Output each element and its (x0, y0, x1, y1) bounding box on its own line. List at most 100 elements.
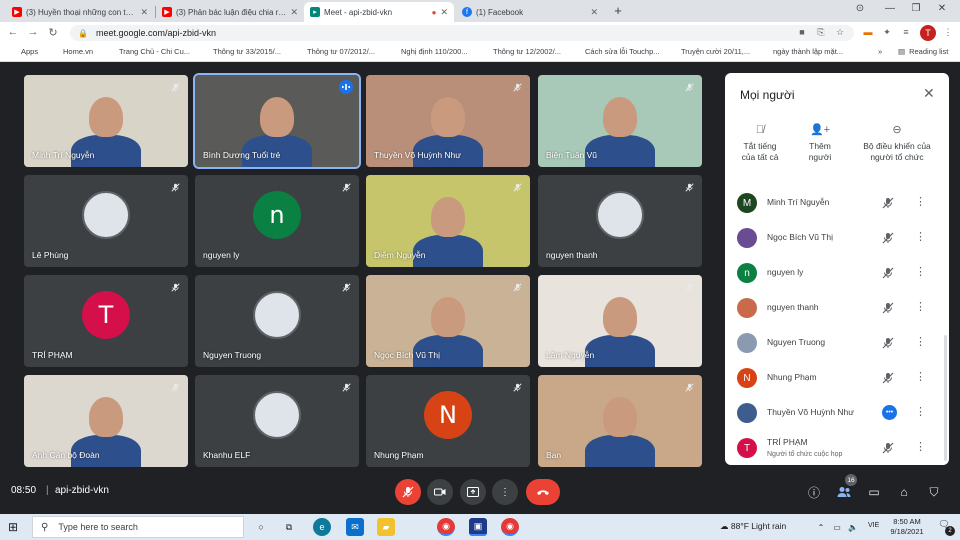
extension-icon[interactable]: ▬ (862, 27, 874, 37)
more-vert-icon[interactable]: ⋮ (915, 335, 926, 348)
chrome-profile-taskbar-icon[interactable]: ◉ (501, 518, 519, 536)
back-icon[interactable]: ← (6, 26, 20, 38)
panel-scrollbar[interactable] (944, 335, 947, 461)
chrome-taskbar-icon[interactable]: ◉ (437, 518, 455, 536)
close-window-icon[interactable]: ✕ (934, 3, 950, 14)
participant-tile[interactable]: Diễm Nguyễn (366, 175, 530, 267)
more-vert-icon[interactable]: ⋮ (915, 230, 926, 243)
participant-tile[interactable]: Ngọc Bích Vũ Thị (366, 275, 530, 367)
mic-off-icon[interactable] (882, 301, 896, 315)
camera-in-use-icon[interactable]: ■ (796, 27, 808, 37)
close-tab-icon[interactable]: ✕ (140, 7, 148, 18)
present-button[interactable] (460, 479, 486, 505)
participant-tile[interactable]: Thuyền Võ Huỳnh Như (366, 75, 530, 167)
leave-call-button[interactable] (526, 479, 560, 505)
bookmark-item[interactable]: Home.vn (50, 47, 93, 56)
mute-all-button[interactable]: 🎙̸ Tắt tiếng của tất cả (735, 125, 785, 163)
more-vert-icon[interactable]: ⋮ (915, 195, 926, 208)
mic-toggle-button[interactable] (395, 479, 421, 505)
participant-row[interactable]: N Nhung Phạm ⋮ (725, 363, 939, 393)
weather-widget[interactable]: ☁ 88°F Light rain (720, 521, 786, 532)
participant-tile[interactable]: Minh Trí Nguyễn (24, 75, 188, 167)
more-vert-icon[interactable]: ⋮ (915, 440, 926, 453)
forward-icon[interactable]: → (26, 26, 40, 38)
participant-tile[interactable]: N Nhung Phạm (366, 375, 530, 467)
file-explorer-icon[interactable]: ▰ (377, 518, 395, 536)
participant-row[interactable]: T TRÍ PHẠM Người tổ chức cuộc họp ⋮ (725, 433, 939, 463)
mic-off-icon[interactable] (882, 196, 896, 210)
bookmark-item[interactable]: Thông tư 07/2012/... (294, 47, 375, 56)
chrome-menu-icon[interactable]: ⋮ (942, 27, 954, 38)
bookmark-item[interactable]: Truyện cười 20/11,... (668, 47, 750, 56)
edge-icon[interactable]: e (313, 518, 331, 536)
media-icon[interactable]: ≡ (900, 27, 912, 37)
more-bookmarks-icon[interactable]: » (878, 47, 882, 56)
participant-tile[interactable]: Biện Tuấn Vũ (538, 75, 702, 167)
host-controls-shield-icon[interactable]: ⛉ (924, 482, 944, 502)
tab-meet[interactable]: ▸ Meet - api-zbid-vkn ● ✕ (304, 2, 454, 22)
participant-tile[interactable]: Ban (538, 375, 702, 467)
participant-tile[interactable]: Anh Cán bộ Đoàn (24, 375, 188, 467)
participant-tile[interactable]: Khanhu ELF (195, 375, 359, 467)
tab-youtube-1[interactable]: ▶ (3) Huyền thoại những con tàu k ✕ (6, 2, 154, 22)
translate-icon[interactable]: ⎘ (815, 27, 827, 38)
mic-off-icon[interactable] (882, 231, 896, 245)
bookmark-item[interactable]: ngày thành lập mặt... (760, 47, 843, 56)
close-panel-icon[interactable]: ✕ (923, 85, 935, 102)
participant-tile[interactable]: Bình Dương Tuổi trẻ (193, 73, 361, 169)
more-vert-icon[interactable]: ⋮ (915, 300, 926, 313)
mic-off-icon[interactable] (882, 371, 896, 385)
activities-icon[interactable]: ⌂ (894, 482, 914, 502)
add-people-button[interactable]: 👤+ Thêm người (797, 125, 843, 163)
bookmark-item[interactable]: Nghị định 110/200... (388, 47, 468, 56)
more-vert-icon[interactable]: ⋮ (915, 405, 926, 418)
taskbar-search-box[interactable]: ⚲ Type here to search (32, 516, 244, 538)
new-tab-icon[interactable]: + (610, 3, 626, 18)
reload-icon[interactable]: ↻ (46, 26, 60, 39)
volume-icon[interactable]: 🔈 (844, 518, 862, 536)
address-bar[interactable]: 🔒 meet.google.com/api-zbid-vkn (70, 25, 854, 41)
participant-tile[interactable]: nguyen thanh (538, 175, 702, 267)
participant-row[interactable]: nguyen thanh ⋮ (725, 293, 939, 323)
close-tab-icon[interactable]: ✕ (290, 7, 298, 18)
tab-search-icon[interactable]: ⊙ (852, 3, 868, 14)
bookmark-star-icon[interactable]: ☆ (834, 27, 846, 38)
mic-off-icon[interactable] (882, 441, 896, 455)
more-vert-icon[interactable]: ⋮ (915, 370, 926, 383)
participant-row[interactable]: Nguyen Truong ⋮ (725, 328, 939, 358)
close-tab-icon[interactable]: ✕ (590, 7, 598, 18)
bookmark-item[interactable]: Thông tư 33/2015/... (200, 47, 281, 56)
tab-facebook[interactable]: f (1) Facebook ✕ (456, 2, 604, 22)
participant-tile[interactable]: Lê Phùng (24, 175, 188, 267)
reading-list[interactable]: ▤ Reading list (898, 47, 948, 56)
tab-youtube-2[interactable]: ▶ (3) Phản bác luận điệu chia rẽ vù ✕ (156, 2, 304, 22)
camera-toggle-button[interactable] (427, 479, 453, 505)
participant-tile[interactable]: Nguyen Truong (195, 275, 359, 367)
host-controls-button[interactable]: ⊖ Bộ điều khiển của người tổ chức (855, 125, 939, 163)
meeting-details-icon[interactable]: ⓘ (804, 482, 824, 502)
mic-off-icon[interactable] (882, 266, 896, 280)
participant-row[interactable]: M Minh Trí Nguyễn ⋮ (725, 188, 939, 218)
more-vert-icon[interactable]: ⋮ (915, 265, 926, 278)
mail-icon[interactable]: ✉ (346, 518, 364, 536)
cortana-icon[interactable]: ○ (252, 518, 270, 536)
bookmark-item[interactable]: Trang Chủ - Chi Cu... (106, 47, 190, 56)
chat-icon[interactable]: ▭ (864, 482, 884, 502)
participant-row[interactable]: Thuyền Võ Huỳnh Như ••• ⋮ (725, 398, 939, 428)
participant-tile[interactable]: n nguyen ly (195, 175, 359, 267)
minimize-icon[interactable]: — (882, 3, 898, 14)
bookmark-item[interactable]: Thông tư 12/2002/... (480, 47, 561, 56)
restore-icon[interactable]: ❐ (908, 3, 924, 14)
zoom-taskbar-icon[interactable]: ▣ (469, 518, 487, 536)
mic-off-icon[interactable] (882, 336, 896, 350)
profile-avatar[interactable]: T (920, 25, 936, 41)
system-clock[interactable]: 8:50 AM 9/18/2021 (884, 517, 930, 537)
more-options-button[interactable]: ⋮ (492, 479, 518, 505)
participant-row[interactable]: Ngọc Bích Vũ Thị ⋮ (725, 223, 939, 253)
participant-tile[interactable]: Lâm Nguyễn (538, 275, 702, 367)
close-tab-icon[interactable]: ✕ (440, 7, 448, 18)
participant-row[interactable]: n nguyen ly ⋮ (725, 258, 939, 288)
puzzle-icon[interactable]: ✦ (881, 27, 893, 38)
task-view-icon[interactable]: ⧉ (280, 518, 298, 536)
windows-start-icon[interactable]: ⊞ (8, 520, 18, 534)
